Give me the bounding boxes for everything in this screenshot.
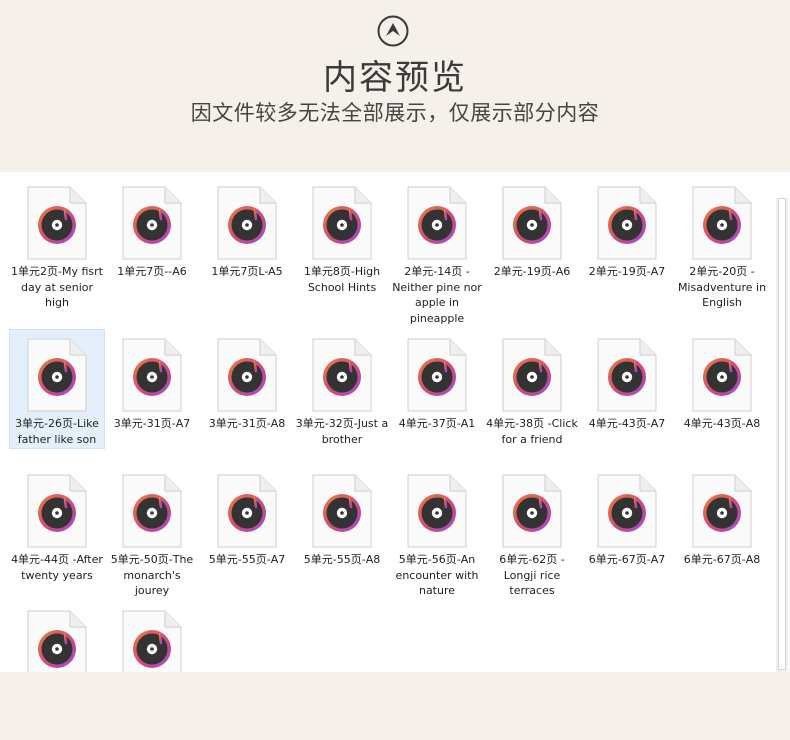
audio-file-icon [692,474,752,548]
audio-file-icon [27,186,87,260]
audio-file-icon [692,186,752,260]
audio-file-icon [502,338,562,412]
audio-file-icon [312,474,372,548]
audio-file-icon [122,474,182,548]
audio-file-icon [217,338,277,412]
file-name-label: 5单元-55页-A8 [303,553,381,566]
file-item[interactable]: 1单元8页-High School Hints [295,178,389,328]
file-item[interactable]: 2单元-19页-A7 [580,178,674,328]
audio-file-icon [407,186,467,260]
audio-file-icon [502,474,562,548]
file-item[interactable]: 5单元-55页-A7 [200,466,294,596]
audio-file-icon [122,186,182,260]
file-name-label: 2单元-14页 -Neither pine nor apple in pinea… [392,265,482,325]
audio-file-icon [217,186,277,260]
file-name-label: 2单元-19页-A6 [493,265,571,278]
file-name-label: 5单元-50页-The monarch's jourey [110,553,194,597]
file-name-label: 4单元-44页 -After twenty years [11,553,103,582]
file-item[interactable]: 5单元-50页-The monarch's jourey [105,466,199,597]
file-item[interactable] [10,602,104,672]
audio-file-icon [407,474,467,548]
audio-file-icon [407,338,467,412]
file-item[interactable]: 2单元-14页 -Neither pine nor apple in pinea… [390,178,484,328]
file-item[interactable]: 4单元-43页-A8 [675,330,769,448]
audio-file-icon [27,338,87,412]
vertical-scrollbar[interactable] [776,198,788,672]
audio-file-icon [312,338,372,412]
file-item[interactable]: 1单元2页-My fisrt day at senior high [10,178,104,328]
file-name-label: 6单元-67页-A8 [683,553,761,566]
file-item[interactable]: 2单元-20页 -Misadventure in English [675,178,769,328]
file-item[interactable]: 1单元7页L-A5 [200,178,294,328]
file-name-label: 1单元7页--A6 [117,265,187,278]
audio-file-icon [597,338,657,412]
chevron-up-circle-icon [377,15,409,47]
file-item[interactable]: 3单元-32页-Just a brother [295,330,389,448]
audio-file-icon [692,338,752,412]
file-browser-panel: 1单元2页-My fisrt day at senior high 1单元7页-… [0,172,790,672]
file-item[interactable]: 4单元-44页 -After twenty years [10,466,104,596]
page-subtitle: 因文件较多无法全部展示，仅展示部分内容 [190,101,600,125]
file-item[interactable]: 6单元-67页-A7 [580,466,674,596]
page-title: 内容预览 [323,58,467,98]
file-item[interactable]: 5单元-56页-An encounter with nature [390,466,484,597]
footer-band [0,672,790,740]
file-item[interactable]: 3单元-26页-Like father like son [9,329,105,449]
preview-header: 内容预览 因文件较多无法全部展示，仅展示部分内容 [0,0,790,172]
file-name-label: 2单元-20页 -Misadventure in English [677,265,767,309]
file-name-label: 1单元7页L-A5 [211,265,283,278]
file-item[interactable]: 2单元-19页-A6 [485,178,579,328]
file-name-label: 3单元-32页-Just a brother [295,417,389,446]
file-name-label: 3单元-26页-Like father like son [15,417,99,446]
file-name-label: 4单元-38页 -Click for a friend [486,417,578,446]
file-item[interactable]: 6单元-62页 -Longji rice terraces [485,466,579,597]
scrollbar-thumb[interactable] [778,198,786,670]
file-name-label: 6单元-67页-A7 [588,553,666,566]
file-name-label: 3单元-31页-A7 [113,417,191,430]
file-name-label: 4单元-37页-A1 [398,417,476,430]
file-name-label: 5单元-55页-A7 [208,553,286,566]
file-item[interactable]: 4单元-37页-A1 [390,330,484,448]
file-name-label: 1单元2页-My fisrt day at senior high [11,265,103,309]
file-item[interactable]: 5单元-55页-A8 [295,466,389,596]
audio-file-icon [122,610,182,672]
audio-file-icon [27,610,87,672]
file-name-label: 3单元-31页-A8 [208,417,286,430]
file-name-label: 4单元-43页-A7 [588,417,666,430]
audio-file-icon [217,474,277,548]
audio-file-icon [312,186,372,260]
file-item[interactable]: 3单元-31页-A8 [200,330,294,448]
file-name-label: 1单元8页-High School Hints [303,265,381,294]
file-name-label: 4单元-43页-A8 [683,417,761,430]
audio-file-icon [502,186,562,260]
file-name-label: 5单元-56页-An encounter with nature [395,553,479,597]
file-item[interactable]: 4单元-38页 -Click for a friend [485,330,579,448]
file-name-label: 2单元-19页-A7 [588,265,666,278]
file-item[interactable]: 4单元-43页-A7 [580,330,674,448]
file-item[interactable]: 6单元-67页-A8 [675,466,769,596]
audio-file-icon [597,474,657,548]
file-item[interactable]: 1单元7页--A6 [105,178,199,328]
audio-file-icon [597,186,657,260]
file-item[interactable] [105,602,199,672]
audio-file-icon [122,338,182,412]
file-item[interactable]: 3单元-31页-A7 [105,330,199,448]
file-name-label: 6单元-62页 -Longji rice terraces [499,553,565,597]
audio-file-icon [27,474,87,548]
